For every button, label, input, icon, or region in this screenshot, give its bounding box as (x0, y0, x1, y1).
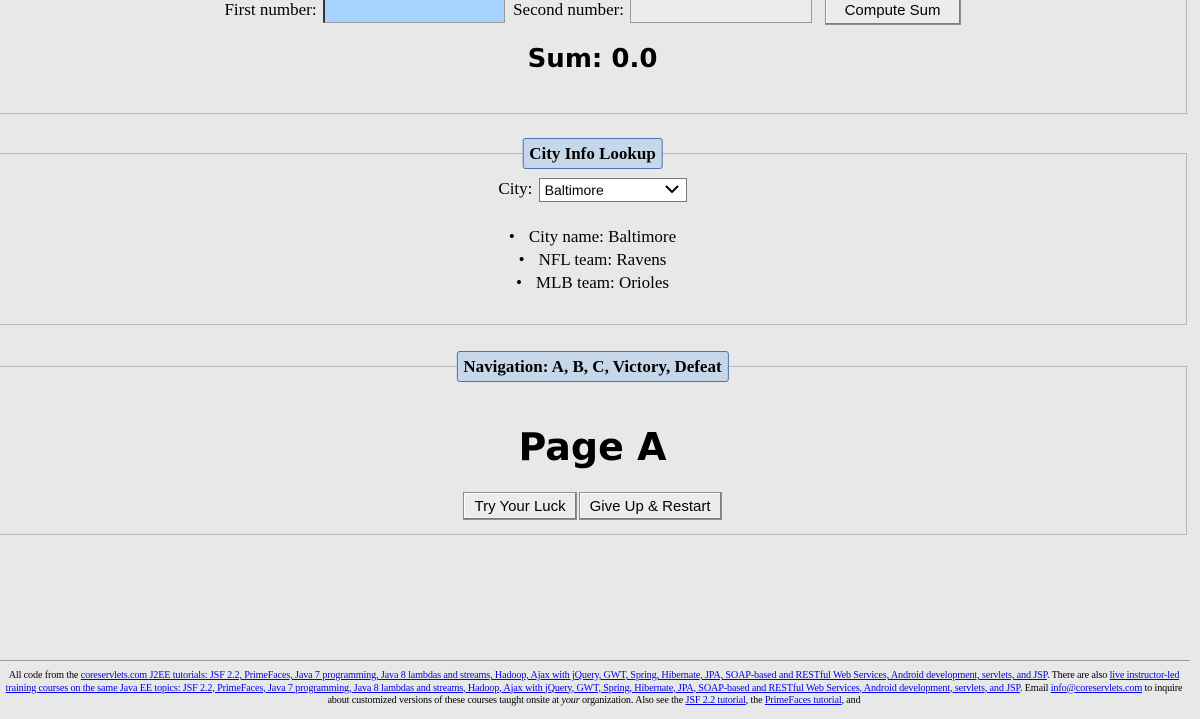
tutorials-link[interactable]: coreservlets.com J2EE tutorials: JSF 2.2… (81, 670, 1047, 681)
email-link[interactable]: info@coreservlets.com (1051, 683, 1143, 694)
footer-emphasis: your (561, 695, 580, 706)
navigation-buttons: Try Your Luck Give Up & Restart (0, 492, 1186, 520)
footer-text: All code from the coreservlets.com J2EE … (0, 670, 1190, 708)
second-number-input[interactable] (630, 0, 813, 23)
city-info-legend: City Info Lookup (522, 138, 663, 169)
footer-text-segment: , and (841, 695, 861, 706)
try-your-luck-button[interactable]: Try Your Luck (463, 492, 577, 520)
city-info-item: MLB team: Orioles (0, 271, 1186, 294)
sum-result: Sum: 0.0 (527, 44, 658, 74)
jsf-tutorial-link[interactable]: JSF 2.2 tutorial (686, 695, 746, 706)
chevron-down-icon (664, 185, 679, 194)
navigation-legend: Navigation: A, B, C, Victory, Defeat (456, 351, 729, 382)
compute-sum-button[interactable]: Compute Sum (824, 0, 961, 25)
navigation-panel: Navigation: A, B, C, Victory, Defeat Pag… (0, 351, 1187, 535)
footer-text-segment: . There are also (1047, 670, 1110, 681)
city-info-panel: City Info Lookup City: Baltimore City na… (0, 138, 1187, 325)
footer-text-segment: organization. Also see the (579, 695, 686, 706)
give-up-restart-button[interactable]: Give Up & Restart (578, 492, 722, 520)
city-select-row: City: Baltimore (0, 178, 1186, 202)
footer-text-segment: All code from the (8, 670, 81, 681)
page-heading: Page A (518, 425, 667, 469)
footer-text-segment: . Email (1019, 682, 1051, 694)
city-label: City: (498, 178, 533, 198)
footer-text-segment: , the (745, 695, 765, 706)
city-select-value: Baltimore (544, 182, 604, 198)
city-info-item: NFL team: Ravens (0, 248, 1186, 271)
sum-panel: First number: Second number: Compute Sum… (0, 0, 1187, 114)
city-info-list: City name: Baltimore NFL team: Ravens ML… (0, 225, 1186, 294)
sum-form: First number: Second number: Compute Sum (0, 0, 1186, 25)
page: First number: Second number: Compute Sum… (0, 0, 1200, 719)
second-number-label: Second number: (513, 0, 625, 19)
primefaces-tutorial-link[interactable]: PrimeFaces tutorial (765, 695, 842, 706)
city-info-item: City name: Baltimore (0, 225, 1186, 248)
city-select[interactable]: Baltimore (538, 178, 687, 202)
first-number-label: First number: (224, 0, 317, 19)
footer-divider (0, 660, 1190, 661)
first-number-input[interactable] (322, 0, 505, 23)
